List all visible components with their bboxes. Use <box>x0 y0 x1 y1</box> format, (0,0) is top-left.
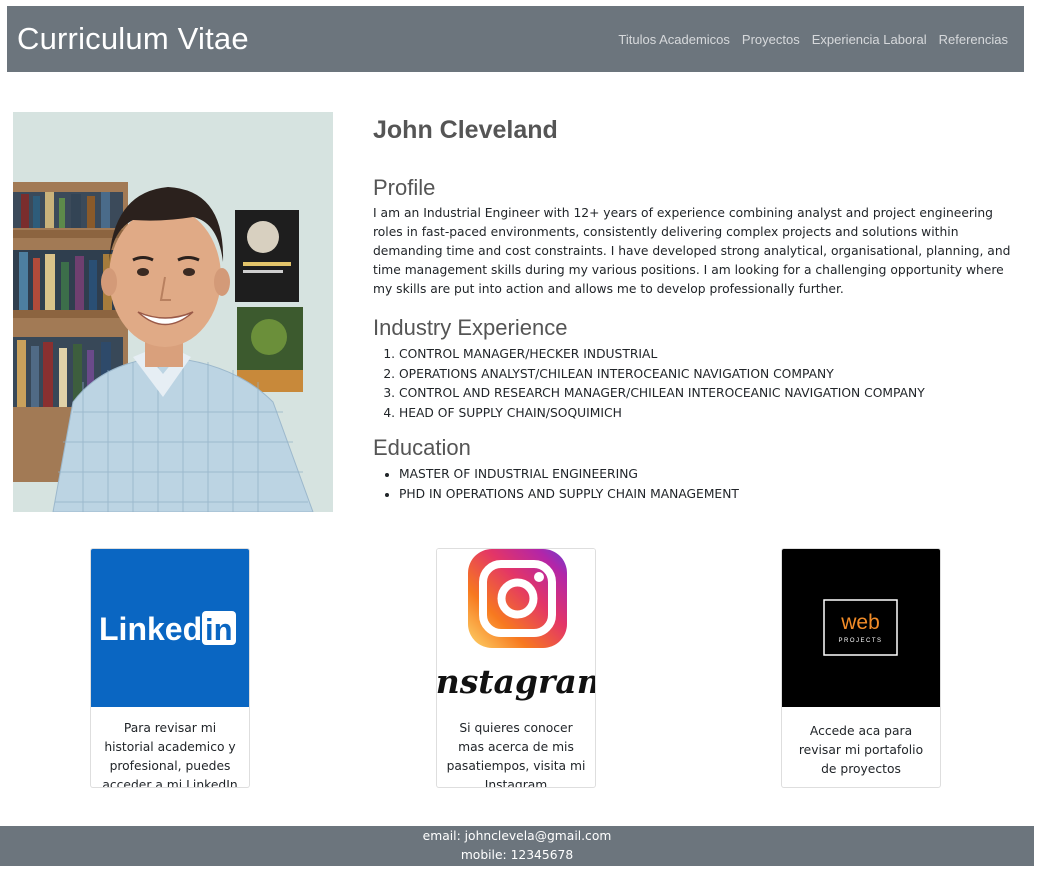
experience-item: CONTROL MANAGER/HECKER INDUSTRIAL <box>399 345 1018 365</box>
nav-link-proyectos[interactable]: Proyectos <box>736 32 806 47</box>
experience-list: CONTROL MANAGER/HECKER INDUSTRIAL OPERAT… <box>399 345 1018 423</box>
experience-item: CONTROL AND RESEARCH MANAGER/CHILEAN INT… <box>399 384 1018 404</box>
web-projects-card: web PROJECTS Accede aca para revisar mi … <box>781 548 941 788</box>
education-item: MASTER OF INDUSTRIAL ENGINEERING <box>399 465 1018 485</box>
education-heading: Education <box>373 435 471 460</box>
web-logo-sub: PROJECTS <box>838 638 882 644</box>
top-navbar: Curriculum Vitae Titulos Academicos Proy… <box>7 6 1024 72</box>
nav-links: Titulos Academicos Proyectos Experiencia… <box>612 32 1014 47</box>
site-brand[interactable]: Curriculum Vitae <box>17 21 249 57</box>
instagram-logo-icon[interactable]: Instagram <box>437 549 595 707</box>
experience-item: HEAD OF SUPPLY CHAIN/SOQUIMICH <box>399 404 1018 424</box>
linkedin-logo-text: Linked <box>99 611 202 647</box>
instagram-card-text: Si quieres conocer mas acerca de mis pas… <box>446 721 586 788</box>
nav-link-experiencia[interactable]: Experiencia Laboral <box>806 32 933 47</box>
nav-link-referencias[interactable]: Referencias <box>933 32 1014 47</box>
linkedin-logo-in: in <box>205 612 233 647</box>
main-content: John Cleveland Profile I am an Industria… <box>373 112 1018 504</box>
web-logo-text: web <box>840 611 880 634</box>
nav-link-titulos[interactable]: Titulos Academicos <box>612 32 736 47</box>
experience-heading: Industry Experience <box>373 315 568 340</box>
instagram-logo-text: Instagram <box>437 662 595 701</box>
profile-heading: Profile <box>373 175 436 200</box>
profile-photo <box>13 112 333 512</box>
linkedin-card: Linked in Para revisar mi historial acad… <box>90 548 250 788</box>
footer-email: email: johnclevela@gmail.com <box>422 829 612 843</box>
linkedin-logo-icon[interactable]: Linked in <box>91 549 249 707</box>
person-name: John Cleveland <box>373 116 558 144</box>
portrait-illustration <box>13 112 333 512</box>
experience-item: OPERATIONS ANALYST/CHILEAN INTEROCEANIC … <box>399 365 1018 385</box>
profile-text: I am an Industrial Engineer with 12+ yea… <box>373 206 1011 296</box>
instagram-card: Instagram Si quieres conocer mas acerca … <box>436 548 596 788</box>
education-item: PHD IN OPERATIONS AND SUPPLY CHAIN MANAG… <box>399 485 1018 505</box>
footer: email: johnclevela@gmail.com mobile: 123… <box>0 826 1034 866</box>
web-projects-logo-icon[interactable]: web PROJECTS <box>782 549 940 707</box>
education-list: MASTER OF INDUSTRIAL ENGINEERING PHD IN … <box>399 465 1018 504</box>
web-projects-card-text: Accede aca para revisar mi portafolio de… <box>798 724 924 776</box>
linkedin-card-text: Para revisar mi historial academico y pr… <box>102 721 238 788</box>
footer-mobile: mobile: 12345678 <box>460 848 574 862</box>
